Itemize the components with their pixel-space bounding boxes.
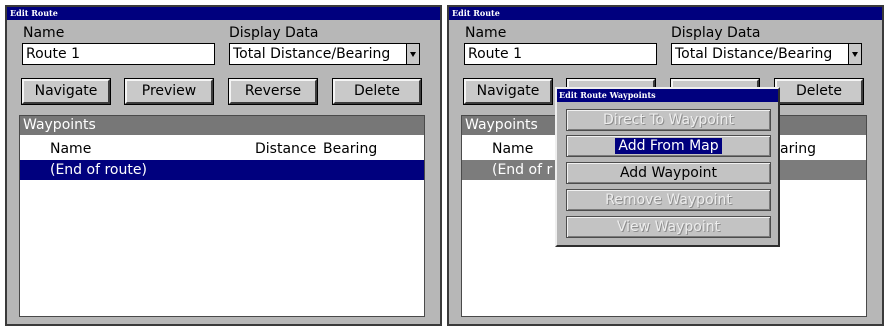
column-bearing: aring	[780, 141, 816, 157]
display-data-dropdown[interactable]: Total Distance/Bearing	[671, 43, 862, 65]
view-waypoint-item[interactable]: View Waypoint	[566, 216, 771, 238]
delete-button[interactable]: Delete	[332, 78, 422, 105]
display-data-dropdown[interactable]: Total Distance/Bearing	[229, 43, 420, 65]
display-data-value: Total Distance/Bearing	[675, 46, 833, 62]
preview-button[interactable]: Preview	[124, 78, 214, 105]
display-data-value: Total Distance/Bearing	[233, 46, 391, 62]
name-label: Name	[23, 25, 65, 41]
add-waypoint-item[interactable]: Add Waypoint	[566, 162, 771, 184]
column-name: Name	[50, 141, 92, 157]
menu-title: Edit Route Waypoints	[557, 89, 778, 102]
column-bearing: Bearing	[323, 141, 378, 157]
chevron-down-icon[interactable]	[406, 44, 419, 64]
chevron-down-icon[interactable]	[848, 44, 861, 64]
name-label: Name	[465, 25, 507, 41]
list-item[interactable]: (End of route)	[20, 160, 424, 180]
navigate-button[interactable]: Navigate	[21, 78, 111, 105]
column-name: Name	[492, 141, 534, 157]
waypoints-list[interactable]: Waypoints Name Distance Bearing (End of …	[19, 115, 425, 317]
direct-to-waypoint-item[interactable]: Direct To Waypoint	[566, 109, 771, 131]
list-item-label: (End of route)	[50, 162, 147, 178]
add-from-map-label: Add From Map	[615, 138, 722, 154]
waypoints-header: Waypoints	[20, 116, 424, 135]
edit-route-window-left: Edit Route Name Route 1 Display Data Tot…	[5, 5, 442, 326]
route-name-field[interactable]: Route 1	[464, 43, 657, 65]
window-title: Edit Route	[449, 7, 882, 20]
display-data-label: Display Data	[229, 25, 319, 41]
edit-route-waypoints-menu: Edit Route Waypoints Direct To Waypoint …	[555, 87, 780, 247]
display-data-label: Display Data	[671, 25, 761, 41]
column-distance: Distance	[255, 141, 317, 157]
route-name-field[interactable]: Route 1	[22, 43, 215, 65]
list-item-label: (End of r	[492, 162, 553, 178]
delete-button[interactable]: Delete	[774, 78, 864, 105]
reverse-button[interactable]: Reverse	[228, 78, 318, 105]
remove-waypoint-item[interactable]: Remove Waypoint	[566, 189, 771, 211]
navigate-button[interactable]: Navigate	[463, 78, 553, 105]
add-from-map-item[interactable]: Add From Map	[566, 135, 771, 157]
window-title: Edit Route	[7, 7, 440, 20]
